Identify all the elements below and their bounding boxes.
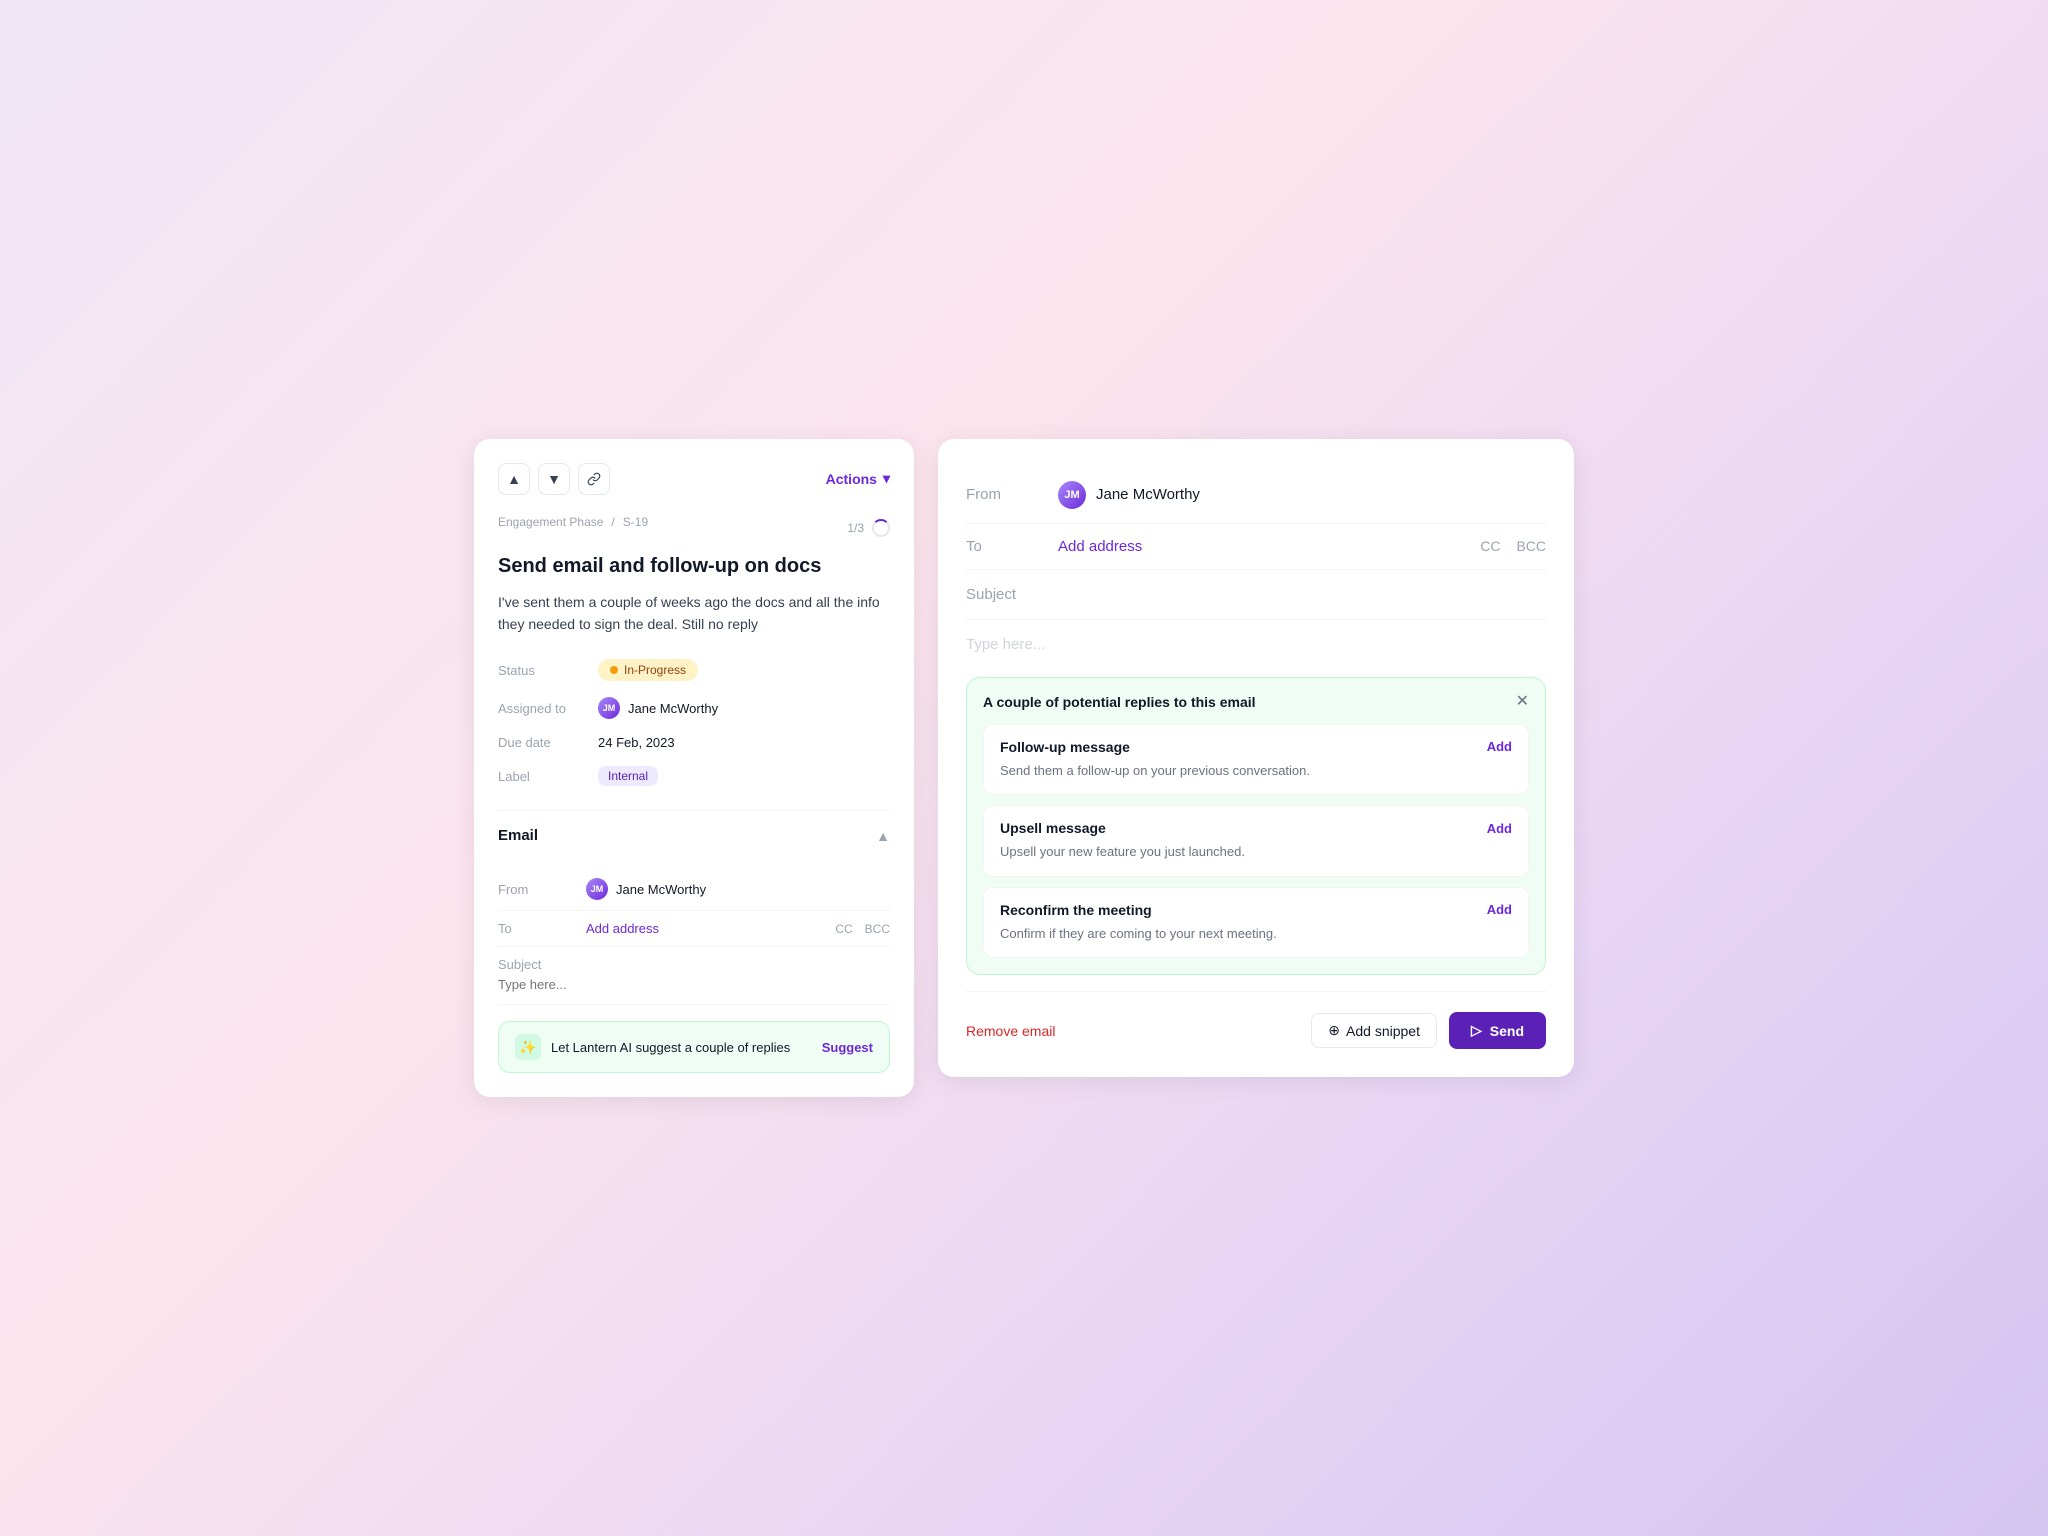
nav-up-button[interactable]: ▲ [498,463,530,495]
label-label: Label [498,766,598,786]
email-cc-bcc: CC BCC [835,922,890,936]
compose-subject-label: Subject [966,586,1546,603]
progress-spinner [872,519,890,537]
status-badge[interactable]: In-Progress [598,659,698,681]
progress-info: 1/3 [847,519,890,537]
left-panel: ▲ ▼ Actions ▾ Engagement Phase / S-19 [474,439,914,1098]
ai-suggestions-title: A couple of potential replies to this em… [983,694,1256,710]
compose-cc-bcc: CC BCC [1480,538,1546,554]
suggestion-1-desc: Upsell your new feature you just launche… [1000,842,1512,862]
assigned-avatar: JM [598,697,620,719]
suggestion-2-title: Reconfirm the meeting [1000,902,1152,918]
ai-suggest-left: ✨ Let Lantern AI suggest a couple of rep… [515,1034,790,1060]
suggestion-card-0-header: Follow-up message Add [1000,739,1512,755]
suggestion-card-2: Reconfirm the meeting Add Confirm if the… [983,887,1529,959]
ai-suggestions-header: A couple of potential replies to this em… [983,694,1529,710]
assigned-value: JM Jane McWorthy [598,697,890,719]
suggestion-2-desc: Confirm if they are coming to your next … [1000,924,1512,944]
email-to-row: To Add address CC BCC [498,911,890,947]
compose-bcc-button[interactable]: BCC [1516,538,1546,554]
meta-grid: Status In-Progress Assigned to JM Jane M… [498,659,890,786]
plus-icon: ⊕ [1328,1022,1340,1039]
compose-from-avatar: JM [1058,481,1086,509]
suggestion-card-1-header: Upsell message Add [1000,820,1512,836]
toolbar-left: ▲ ▼ [498,463,610,495]
email-to-input[interactable]: Add address [586,921,827,936]
suggest-button[interactable]: Suggest [822,1040,873,1055]
suggestion-2-add[interactable]: Add [1487,902,1512,917]
task-title: Send email and follow-up on docs [498,553,890,579]
email-subject-row: Subject [498,947,890,1005]
suggestion-0-title: Follow-up message [1000,739,1130,755]
compose-from-value: JM Jane McWorthy [1058,481,1534,509]
suggestion-card-2-header: Reconfirm the meeting Add [1000,902,1512,918]
ai-suggest-banner: ✨ Let Lantern AI suggest a couple of rep… [498,1021,890,1073]
email-from-value: JM Jane McWorthy [586,878,882,900]
compose-to-row: To Add address CC BCC [966,524,1546,570]
breadcrumb: Engagement Phase / S-19 [498,515,648,529]
breadcrumb-row: Engagement Phase / S-19 1/3 [498,515,890,541]
email-from-label: From [498,882,578,897]
link-button[interactable] [578,463,610,495]
email-to-label: To [498,921,578,936]
ai-suggest-text: Let Lantern AI suggest a couple of repli… [551,1040,790,1055]
suggestion-1-title: Upsell message [1000,820,1106,836]
suggestion-card-1: Upsell message Add Upsell your new featu… [983,805,1529,877]
add-snippet-button[interactable]: ⊕ Add snippet [1311,1013,1437,1048]
send-button[interactable]: ▷ Send [1449,1012,1546,1049]
compose-footer: Remove email ⊕ Add snippet ▷ Send [966,991,1546,1049]
panel-toolbar: ▲ ▼ Actions ▾ [498,463,890,495]
progress-text: 1/3 [847,521,864,535]
compose-body-placeholder[interactable]: Type here... [966,636,1546,653]
label-value: Internal [598,766,890,786]
compose-to-input[interactable]: Add address [1058,538,1468,555]
footer-right: ⊕ Add snippet ▷ Send [1311,1012,1546,1049]
due-value: 24 Feb, 2023 [598,735,890,750]
breadcrumb-separator: / [611,515,614,529]
from-avatar: JM [586,878,608,900]
cc-button[interactable]: CC [835,922,852,936]
due-label: Due date [498,735,598,750]
breadcrumb-phase: Engagement Phase [498,515,603,529]
compose-cc-button[interactable]: CC [1480,538,1500,554]
email-section-title: Email [498,827,538,844]
right-panel: From JM Jane McWorthy To Add address CC … [938,439,1574,1078]
compose-to-label: To [966,538,1046,555]
suggestion-1-add[interactable]: Add [1487,821,1512,836]
remove-email-button[interactable]: Remove email [966,1023,1055,1039]
email-form: From JM Jane McWorthy To Add address CC … [498,868,890,1005]
email-section-header: Email ▲ [498,810,890,860]
suggestion-0-add[interactable]: Add [1487,739,1512,754]
status-label: Status [498,659,598,681]
ai-suggestions-card: A couple of potential replies to this em… [966,677,1546,976]
suggestion-0-desc: Send them a follow-up on your previous c… [1000,761,1512,781]
status-dot [610,666,618,674]
compose-body-row: Type here... [966,620,1546,669]
compose-from-label: From [966,486,1046,503]
compose-subject-row: Subject [966,570,1546,620]
task-description: I've sent them a couple of weeks ago the… [498,591,890,636]
email-subject-input[interactable] [498,977,890,992]
nav-down-button[interactable]: ▼ [538,463,570,495]
breadcrumb-id: S-19 [623,515,648,529]
email-subject-label: Subject [498,957,890,972]
bcc-button[interactable]: BCC [865,922,890,936]
label-badge: Internal [598,766,658,786]
ai-icon: ✨ [515,1034,541,1060]
suggestion-card-0: Follow-up message Add Send them a follow… [983,724,1529,796]
email-section-toggle[interactable]: ▲ [876,828,890,844]
ai-suggestions-close[interactable]: ✕ [1516,694,1529,710]
status-value: In-Progress [598,659,890,681]
actions-button[interactable]: Actions ▾ [826,470,890,487]
assigned-label: Assigned to [498,697,598,719]
email-from-row: From JM Jane McWorthy [498,868,890,911]
send-icon: ▷ [1471,1022,1482,1039]
compose-from-row: From JM Jane McWorthy [966,467,1546,524]
